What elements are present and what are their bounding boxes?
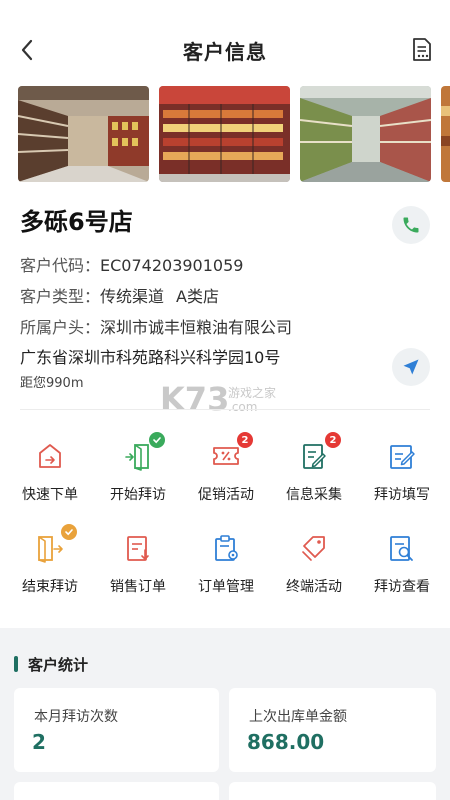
customer-stats-title: 客户统计: [28, 656, 89, 674]
end-visit-button[interactable]: 结束拜访: [5, 520, 95, 606]
owner-row: 所属户头：深圳市诚丰恒粮油有限公司: [20, 314, 292, 338]
start-visit-icon: [125, 444, 149, 471]
monthly-visits-label: 本月拜访次数: [34, 709, 118, 725]
phone-icon: [403, 217, 419, 233]
terminal-activity-label: 终端活动: [286, 579, 342, 595]
end-visit-done-badge: [61, 524, 77, 540]
section-divider: [20, 409, 430, 410]
terminal-activity-button[interactable]: 终端活动: [269, 520, 359, 606]
monthly-visits-value: 2: [32, 730, 46, 754]
monthly-visits-card[interactable]: 本月拜访次数 2: [14, 688, 219, 772]
customer-type-label: 客户类型：: [20, 287, 101, 306]
quick-order-label: 快速下单: [22, 487, 78, 503]
info-collect-count-badge: 2: [325, 432, 341, 448]
visit-view-button[interactable]: 拜访查看: [357, 520, 447, 606]
store-photo-strip[interactable]: [18, 86, 450, 182]
customer-code-value: EC074203901059: [100, 256, 244, 275]
customer-type-row: 客户类型：传统渠道 A类店: [20, 283, 219, 307]
check-icon: [153, 437, 161, 444]
end-visit-label: 结束拜访: [22, 579, 78, 595]
promotion-count-badge: 2: [237, 432, 253, 448]
start-visit-label: 开始拜访: [110, 487, 166, 503]
promotion-label: 促销活动: [198, 487, 254, 503]
document-list-button[interactable]: [408, 36, 436, 64]
store-photo[interactable]: [18, 86, 149, 182]
last-outbound-amount-value: 868.00: [247, 730, 325, 754]
document-list-icon: [413, 38, 431, 61]
last-outbound-amount-label: 上次出库单金额: [249, 709, 347, 725]
store-photo[interactable]: [441, 86, 450, 182]
watermark-logo-text: K73: [160, 380, 230, 418]
end-visit-icon: [38, 536, 63, 563]
quick-order-icon: [39, 444, 61, 468]
order-manage-icon: [215, 535, 238, 561]
watermark-logo: K73 游戏之家 .com: [160, 380, 300, 420]
info-collect-label: 信息采集: [286, 487, 342, 503]
visit-fill-button[interactable]: 拜访填写: [357, 428, 447, 514]
last-outbound-amount-card[interactable]: 上次出库单金额 868.00: [229, 688, 436, 772]
store-address: 广东省深圳市科苑路科兴科学园10号: [20, 348, 281, 367]
start-visit-done-badge: [149, 432, 165, 448]
sales-order-label: 销售订单: [110, 579, 166, 595]
top-nav-bar: 客户信息: [0, 0, 450, 100]
promotion-button[interactable]: 2 促销活动: [181, 428, 271, 514]
visit-fill-icon: [390, 445, 415, 469]
customer-type-value: 传统渠道: [100, 287, 165, 306]
stats-card[interactable]: [14, 782, 219, 800]
call-button[interactable]: [392, 206, 430, 244]
section-title-accent: [14, 656, 18, 672]
watermark-line1: 游戏之家: [228, 386, 277, 400]
customer-code-label: 客户代码：: [20, 256, 101, 275]
sales-order-icon: [127, 536, 149, 561]
start-visit-button[interactable]: 开始拜访: [93, 428, 183, 514]
owner-label: 所属户头：: [20, 318, 101, 337]
order-manage-button[interactable]: 订单管理: [181, 520, 271, 606]
quick-order-button[interactable]: 快速下单: [5, 428, 95, 514]
visit-fill-label: 拜访填写: [374, 487, 430, 503]
watermark-line2: .com: [228, 400, 258, 414]
customer-grade-value: A类店: [176, 287, 219, 306]
order-manage-label: 订单管理: [198, 579, 254, 595]
owner-value: 深圳市诚丰恒粮油有限公司: [100, 318, 293, 337]
navigate-button[interactable]: [392, 348, 430, 386]
stats-card[interactable]: [229, 782, 436, 800]
store-name: 多砾6号店: [20, 208, 133, 236]
check-icon: [65, 529, 73, 536]
visit-view-icon: [390, 536, 413, 561]
info-collect-button[interactable]: 2 信息采集: [269, 428, 359, 514]
store-photo[interactable]: [159, 86, 290, 182]
store-photo[interactable]: [300, 86, 431, 182]
customer-code-row: 客户代码：EC074203901059: [20, 252, 243, 276]
page-title: 客户信息: [183, 40, 267, 64]
info-collect-icon: [303, 444, 326, 469]
distance-text: 距您990m: [20, 376, 84, 391]
terminal-activity-icon: [302, 536, 325, 561]
visit-view-label: 拜访查看: [374, 579, 430, 595]
sales-order-button[interactable]: 销售订单: [93, 520, 183, 606]
navigation-arrow-icon: [403, 359, 419, 375]
promotion-icon: [213, 447, 239, 465]
